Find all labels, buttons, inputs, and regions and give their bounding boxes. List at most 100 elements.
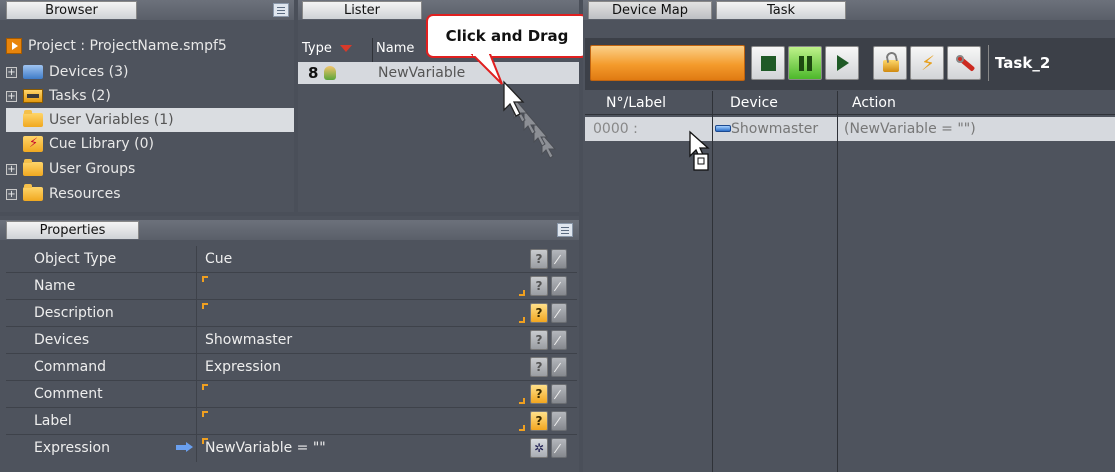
field-corner-icon — [202, 303, 208, 309]
lightning-icon: ⚡ — [921, 51, 936, 75]
column-header-action[interactable]: Action — [852, 91, 896, 115]
task-progress-bar[interactable] — [590, 45, 745, 81]
trigger-button[interactable]: ⚡ — [910, 46, 944, 80]
cue-library-icon: ⚡ — [23, 136, 43, 152]
tree-item-label: User Groups — [49, 161, 136, 177]
tree-item-label: Cue Library (0) — [49, 136, 154, 152]
cue-action: (NewVariable = "") — [844, 121, 976, 137]
help-icon[interactable]: ? — [530, 384, 548, 404]
expand-icon[interactable]: + — [6, 90, 17, 102]
tree-item-label: Tasks (2) — [49, 88, 111, 104]
property-row-comment[interactable]: Comment ? — [6, 381, 577, 408]
tree-item-resources[interactable]: + Resources — [6, 182, 121, 206]
property-label: Expression — [34, 440, 110, 456]
field-corner-icon — [202, 276, 208, 282]
drop-cursor-icon — [689, 130, 710, 171]
tools-button[interactable] — [947, 46, 981, 80]
stop-button[interactable] — [751, 46, 785, 80]
property-value[interactable]: Cue — [196, 246, 529, 273]
property-value[interactable] — [196, 300, 529, 327]
tab-lister[interactable]: Lister — [302, 1, 422, 19]
arrow-head — [186, 442, 193, 452]
property-row-object-type[interactable]: Object Type Cue ? — [6, 246, 577, 273]
properties-options-icon[interactable] — [557, 223, 573, 237]
property-row-description[interactable]: Description ? — [6, 300, 577, 327]
property-value[interactable]: Showmaster — [196, 327, 529, 354]
field-corner-icon — [202, 384, 208, 390]
field-corner-icon — [519, 290, 525, 296]
edit-icon[interactable] — [551, 276, 567, 296]
property-value[interactable] — [196, 408, 529, 435]
edit-icon[interactable] — [551, 330, 567, 350]
pause-button[interactable] — [788, 46, 822, 80]
project-icon — [6, 38, 22, 54]
stop-icon — [761, 56, 776, 71]
help-icon[interactable]: ? — [530, 303, 548, 323]
expand-icon[interactable]: + — [6, 66, 17, 78]
variable-type-icon: 8 — [308, 64, 319, 82]
property-value[interactable] — [196, 273, 529, 300]
user-icon — [324, 66, 336, 80]
field-corner-icon — [519, 398, 525, 404]
tree-item-cue-library[interactable]: ⚡ Cue Library (0) — [23, 132, 154, 156]
sort-arrow-icon — [340, 45, 352, 52]
tab-properties[interactable]: Properties — [6, 221, 139, 239]
tree-item-project[interactable]: Project : ProjectName.smpf5 — [6, 34, 227, 58]
tab-task[interactable]: Task — [716, 1, 846, 19]
property-label: Description — [34, 305, 114, 321]
tab-device-map[interactable]: Device Map — [588, 1, 712, 19]
property-row-devices[interactable]: Devices Showmaster ? — [6, 327, 577, 354]
column-header-type[interactable]: Type — [302, 40, 372, 58]
help-icon[interactable]: ? — [530, 411, 548, 431]
property-value[interactable]: NewVariable = "" — [196, 435, 529, 462]
header-separator — [585, 114, 1115, 115]
column-header-label[interactable]: N°/Label — [606, 91, 666, 115]
task-name: Task_2 — [988, 45, 1113, 81]
property-label: Devices — [34, 332, 90, 348]
help-icon[interactable]: ? — [530, 276, 548, 296]
edit-icon[interactable] — [551, 384, 567, 404]
field-corner-icon — [202, 438, 208, 444]
expand-icon[interactable]: + — [6, 188, 17, 200]
help-icon[interactable]: ? — [530, 330, 548, 350]
property-value[interactable]: Expression — [196, 354, 529, 381]
lock-button[interactable] — [873, 46, 907, 80]
column-divider — [712, 91, 713, 472]
edit-icon[interactable] — [551, 357, 567, 377]
browser-options-icon[interactable] — [273, 3, 289, 17]
tree-item-label: Resources — [49, 186, 121, 202]
property-label: Comment — [34, 386, 103, 402]
property-row-expression[interactable]: Expression NewVariable = "" ✲ — [6, 435, 577, 462]
tab-browser[interactable]: Browser — [6, 1, 137, 19]
folder-icon — [23, 184, 43, 201]
field-corner-icon — [202, 411, 208, 417]
property-row-command[interactable]: Command Expression ? — [6, 354, 577, 381]
cue-device: Showmaster — [731, 121, 819, 137]
expand-icon[interactable]: + — [6, 163, 17, 175]
edit-icon[interactable] — [551, 249, 567, 269]
tree-item-label: Devices (3) — [49, 64, 129, 80]
help-icon[interactable]: ? — [530, 357, 548, 377]
play-icon — [837, 55, 849, 71]
tree-item-user-variables[interactable]: User Variables (1) — [23, 108, 174, 132]
user-variables-icon — [23, 110, 43, 127]
property-value[interactable] — [196, 381, 529, 408]
edit-icon[interactable] — [551, 303, 567, 323]
play-button[interactable] — [825, 46, 859, 80]
tree-item-devices[interactable]: + Devices (3) — [6, 60, 128, 84]
tasks-icon — [23, 89, 43, 103]
tree-item-label: User Variables (1) — [49, 112, 174, 128]
expression-wizard-icon[interactable]: ✲ — [530, 438, 548, 458]
property-label: Name — [34, 278, 76, 294]
help-icon[interactable]: ? — [530, 249, 548, 269]
edit-icon[interactable] — [551, 438, 567, 458]
cue-label: 0000 : — [593, 121, 638, 137]
property-row-name[interactable]: Name ? — [6, 273, 577, 300]
property-row-label[interactable]: Label ? — [6, 408, 577, 435]
cue-row[interactable]: 0000 : Showmaster (NewVariable = "") — [585, 117, 1115, 141]
tree-item-tasks[interactable]: + Tasks (2) — [6, 84, 111, 108]
column-divider — [837, 117, 838, 141]
tree-item-user-groups[interactable]: + User Groups — [6, 157, 135, 181]
column-header-device[interactable]: Device — [730, 91, 778, 115]
edit-icon[interactable] — [551, 411, 567, 431]
